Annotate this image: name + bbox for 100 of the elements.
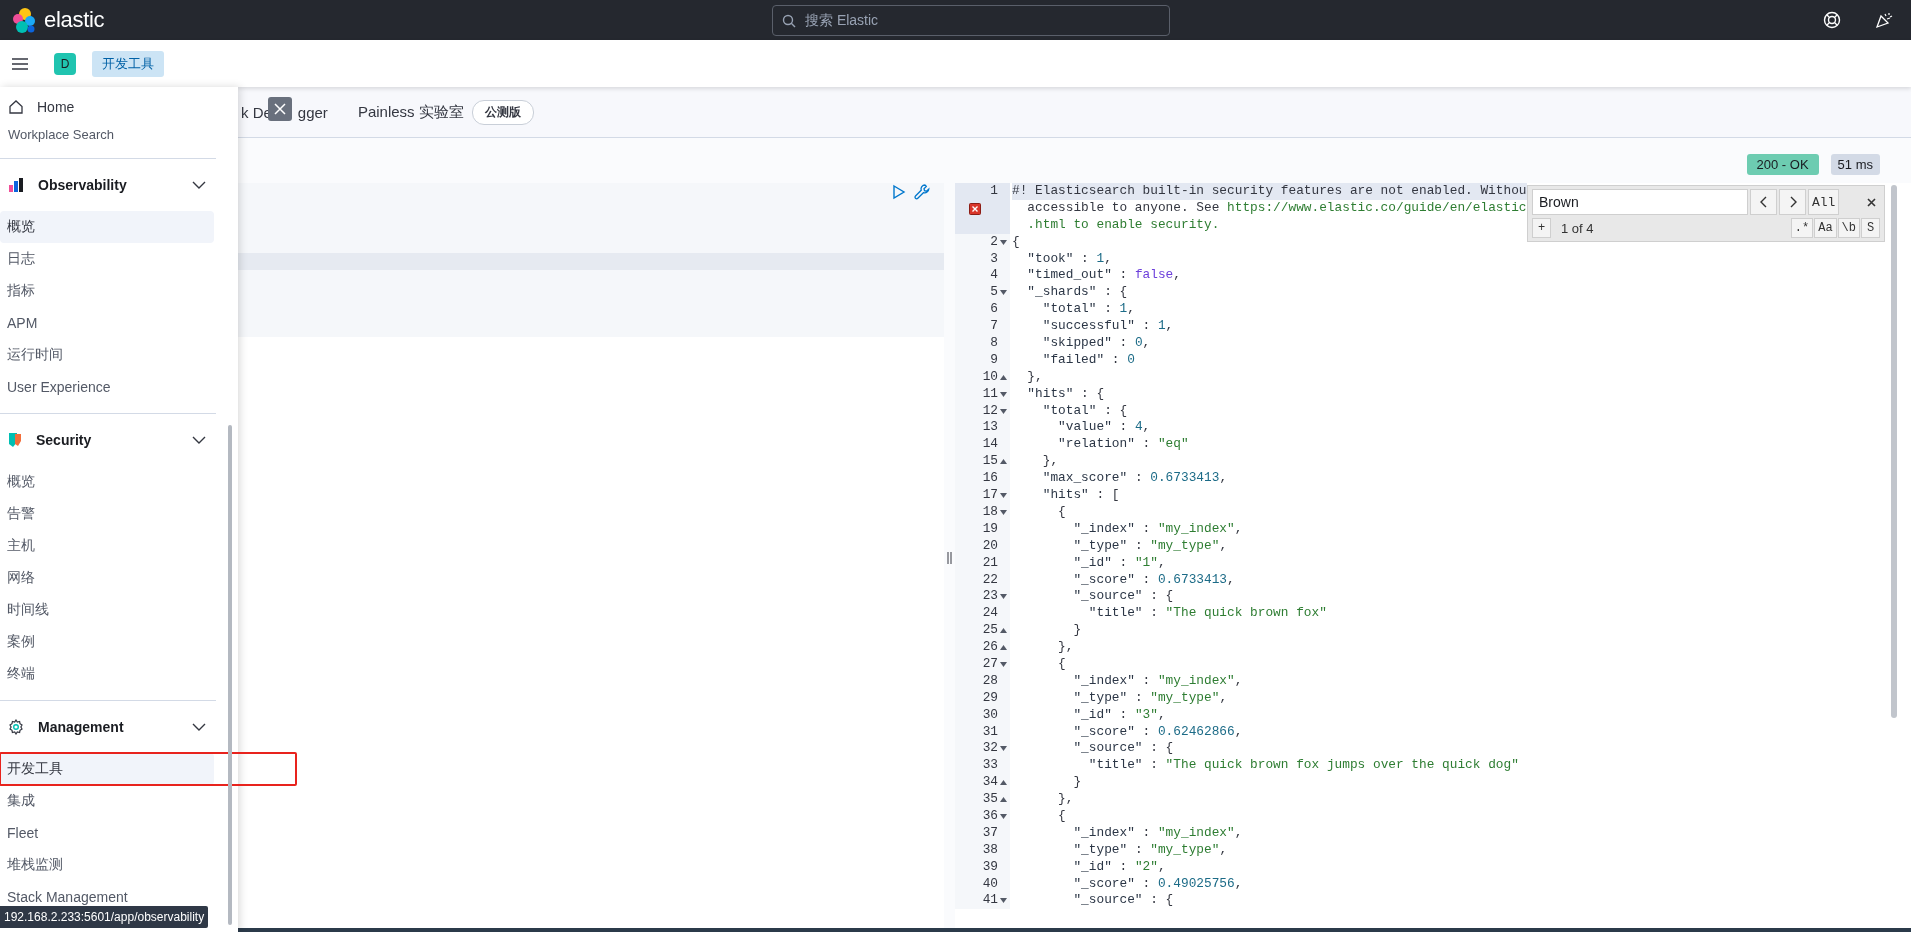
line-number: 10 <box>982 368 998 386</box>
scrollbar[interactable] <box>228 425 232 925</box>
nav-item[interactable]: 终端 <box>0 658 214 690</box>
nav-item[interactable]: 指标 <box>0 275 214 307</box>
nav-item[interactable]: Fleet <box>0 817 214 849</box>
replace-toggle-button[interactable]: + <box>1532 218 1551 238</box>
nav-item[interactable]: 主机 <box>0 530 214 562</box>
code-line: "_id" : "2", <box>1072 858 1166 876</box>
close-button[interactable] <box>268 97 292 121</box>
code-line: "relation" : "eq" <box>1057 436 1189 454</box>
home-icon <box>8 99 24 115</box>
code-line: "skipped" : 0, <box>1041 335 1151 352</box>
elastic-logo-icon <box>10 6 38 34</box>
section-header[interactable]: Observability <box>0 159 238 211</box>
previous-match-button[interactable] <box>1750 189 1777 215</box>
search-field[interactable]: 搜索 Elastic <box>772 4 1170 36</box>
line-number: 3 <box>990 250 998 268</box>
resize-handle-icon[interactable] <box>947 551 952 564</box>
next-match-button[interactable] <box>1779 189 1806 215</box>
nav-item[interactable]: 网络 <box>0 562 214 594</box>
fold-arrow-icon[interactable] <box>999 813 1007 819</box>
gear-icon <box>8 719 24 735</box>
tab[interactable]: gger <box>297 103 328 121</box>
fold-arrow-icon[interactable] <box>999 628 1007 634</box>
fold-arrow-icon[interactable] <box>999 898 1007 904</box>
fold-arrow-icon[interactable] <box>999 746 1007 752</box>
fold-arrow-icon[interactable] <box>999 391 1007 397</box>
breadcrumb[interactable]: 开发工具 <box>92 50 164 77</box>
nav-item[interactable]: 运行时间 <box>0 339 214 371</box>
line-number: 15 <box>982 453 998 471</box>
search-option-button[interactable]: Aa <box>1814 218 1837 238</box>
line-number: 32 <box>982 740 998 758</box>
nav-item[interactable]: Workplace Search <box>0 127 114 143</box>
section-header[interactable]: Management <box>0 701 238 753</box>
line-number: 35 <box>982 791 998 808</box>
section-title: Observability <box>38 177 128 193</box>
nav-item[interactable]: User Experience <box>0 371 214 403</box>
fold-arrow-icon[interactable] <box>999 408 1007 414</box>
code-line: accessible to anyone. See https://www.elastic.co/guide/en/elastic <box>1026 199 1527 217</box>
code-line: "max_score" : 0.6733413, <box>1041 470 1228 488</box>
nav-item[interactable]: 概览 <box>0 466 214 498</box>
nav-item[interactable]: Home <box>0 87 238 127</box>
line-number: 34 <box>982 774 998 792</box>
nav-item[interactable]: 告警 <box>0 498 214 530</box>
find-all-button[interactable]: All <box>1808 189 1840 215</box>
code-line: "_type" : "my_type", <box>1072 537 1228 555</box>
nav-item[interactable]: 集成 <box>0 785 214 817</box>
fold-arrow-icon[interactable] <box>999 661 1007 667</box>
fold-arrow-icon[interactable] <box>999 493 1007 498</box>
lifebuoy-icon[interactable] <box>1823 11 1841 29</box>
fold-arrow-icon[interactable] <box>999 594 1007 600</box>
fold-arrow-icon[interactable] <box>999 780 1007 786</box>
nav-item[interactable]: 日志 <box>0 243 214 275</box>
play-icon[interactable] <box>892 184 906 200</box>
code-line: "title" : "The quick brown fox" <box>1087 605 1327 623</box>
logo-text: elastic <box>44 7 105 33</box>
code-line: }, <box>1026 368 1043 386</box>
nav-item[interactable]: 概览 <box>0 211 214 243</box>
line-number: 24 <box>982 605 998 623</box>
code-line: "_index" : "my_index", <box>1072 824 1243 842</box>
avatar[interactable]: D <box>54 52 76 75</box>
fold-arrow-icon[interactable] <box>999 239 1007 245</box>
line-number: 13 <box>982 419 998 437</box>
chevron-down-icon[interactable] <box>192 723 206 731</box>
search-option-button[interactable]: S <box>1861 218 1880 238</box>
fold-arrow-icon[interactable] <box>999 645 1007 650</box>
nav-item[interactable]: 堆栈监测 <box>0 849 214 881</box>
code-line: "_type" : "my_type", <box>1072 689 1228 707</box>
code-line: .html to enable security. <box>1026 216 1221 234</box>
chevron-down-icon[interactable] <box>192 181 206 189</box>
line-number: 22 <box>982 571 998 589</box>
fold-arrow-icon[interactable] <box>999 509 1007 515</box>
search-option-button[interactable]: .* <box>1790 218 1814 238</box>
menu-icon[interactable] <box>12 56 28 71</box>
beta-badge: 公测版 <box>471 99 534 125</box>
wrench-icon[interactable] <box>914 184 930 200</box>
section-header[interactable]: Security <box>0 414 238 466</box>
match-count: 1 of 4 <box>1561 220 1594 236</box>
fold-arrow-icon[interactable] <box>999 290 1007 296</box>
find-field[interactable]: Brown <box>1532 189 1748 215</box>
scrollbar[interactable] <box>1891 185 1897 718</box>
fold-arrow-icon[interactable] <box>999 797 1007 802</box>
fold-arrow-icon[interactable] <box>999 459 1007 465</box>
nav-item[interactable]: 开发工具 <box>0 753 214 785</box>
code-line: }, <box>1057 791 1074 808</box>
code-line: "_source" : { <box>1072 740 1174 758</box>
search-option-button[interactable]: \b <box>1837 218 1860 238</box>
nav-item[interactable]: 案例 <box>0 626 214 658</box>
party-popper-icon[interactable] <box>1875 11 1893 29</box>
fold-arrow-icon[interactable] <box>999 374 1007 380</box>
chevron-down-icon[interactable] <box>192 436 206 444</box>
nav-item[interactable]: APM <box>0 307 214 339</box>
nav-item[interactable]: 时间线 <box>0 594 214 626</box>
line-number: 30 <box>982 706 998 724</box>
line-number: 25 <box>982 622 998 640</box>
chevron-left-icon <box>1759 196 1768 208</box>
line-number: 8 <box>990 335 998 352</box>
code-line: "_shards" : { <box>1026 284 1128 302</box>
tab[interactable]: Painless 实验室 <box>357 102 464 122</box>
section-title: Management <box>38 719 125 735</box>
